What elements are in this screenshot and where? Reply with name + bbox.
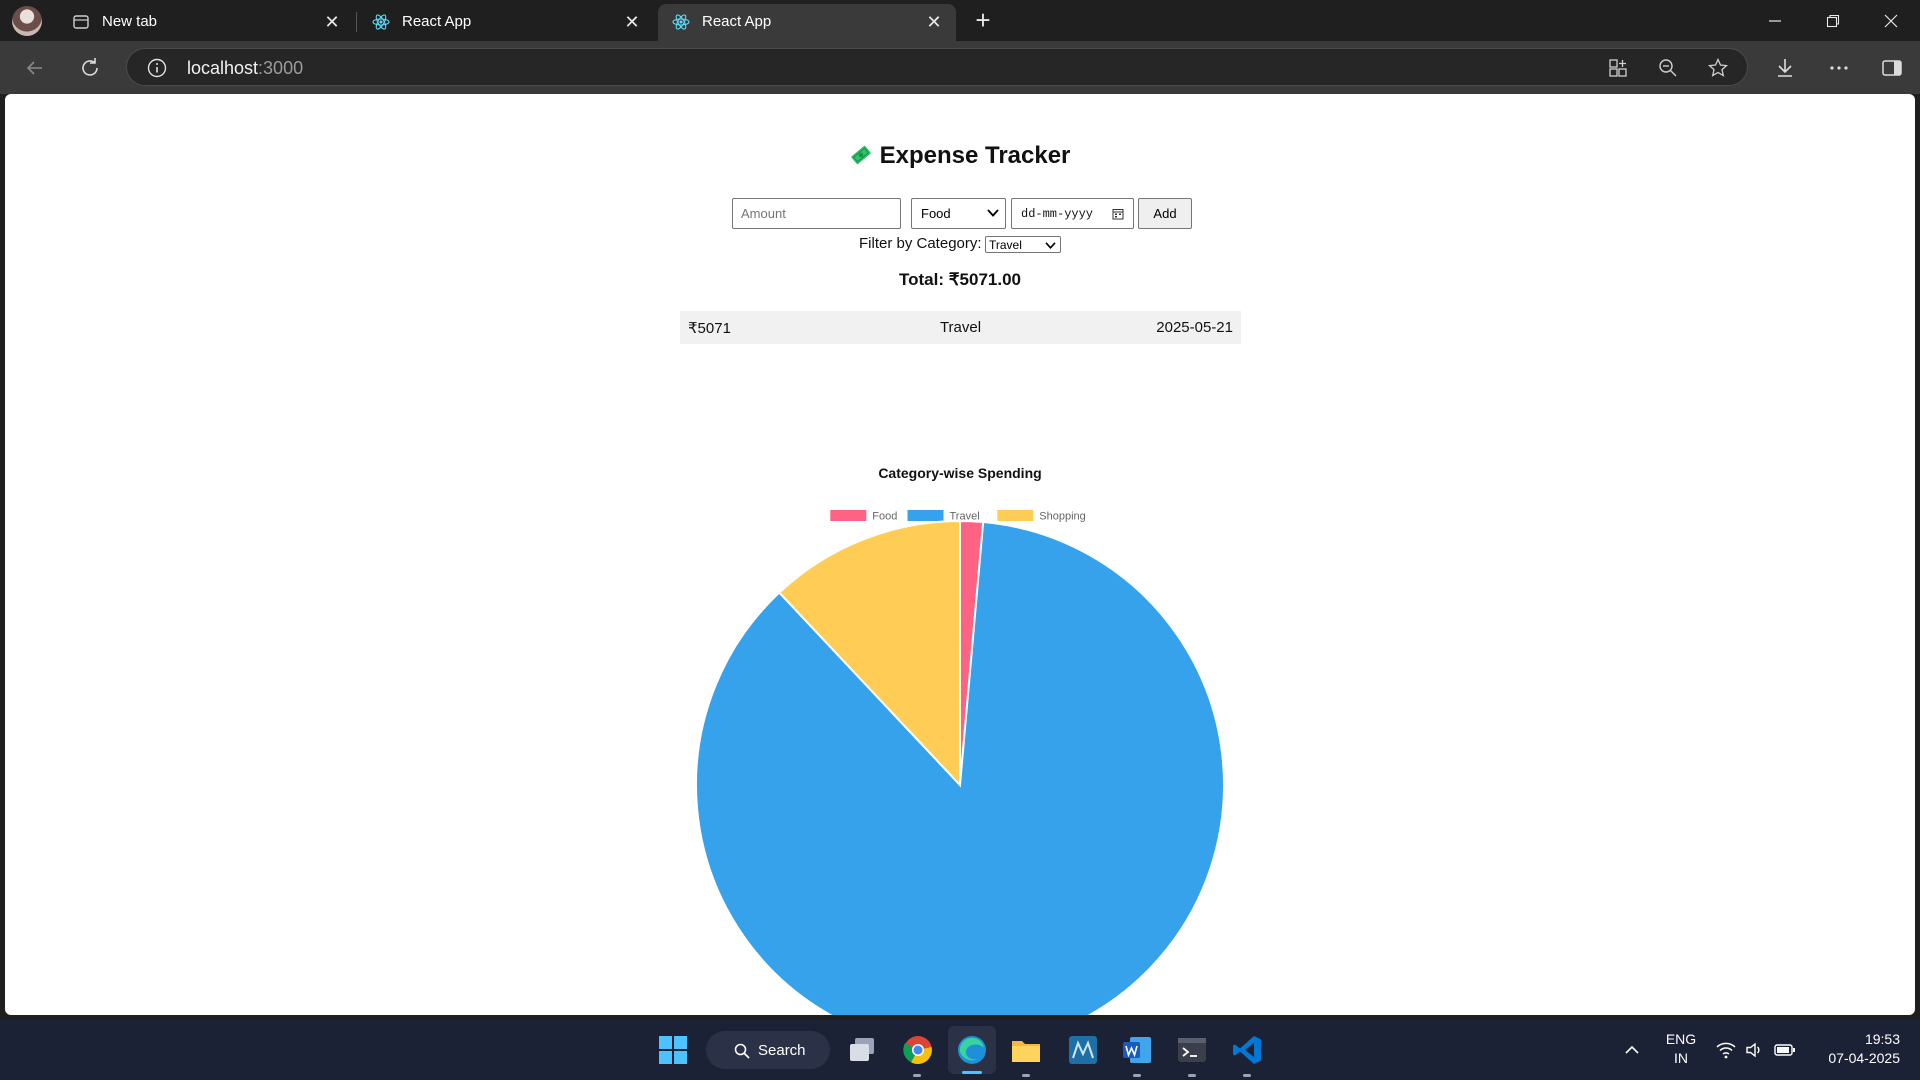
tab-strip: New tab ✕ React App ✕ React App ✕ + bbox=[0, 0, 1920, 41]
address-bar[interactable]: localhost:3000 bbox=[126, 48, 1748, 86]
date-placeholder: dd-mm-yyyy bbox=[1021, 207, 1094, 221]
downloads-icon[interactable] bbox=[1770, 53, 1800, 83]
running-indicator bbox=[1188, 1074, 1196, 1077]
input-language[interactable]: ENG IN bbox=[1660, 1030, 1702, 1068]
browser-toolbar: localhost:3000 bbox=[0, 41, 1920, 94]
money-icon bbox=[850, 145, 871, 165]
back-icon[interactable] bbox=[20, 53, 50, 83]
windows-start-icon[interactable] bbox=[658, 1035, 688, 1065]
chevron-down-icon bbox=[987, 209, 999, 217]
react-icon bbox=[372, 14, 390, 30]
amount-input[interactable] bbox=[732, 198, 901, 229]
page-title-text: Expense Tracker bbox=[879, 142, 1071, 169]
file-explorer-icon[interactable] bbox=[1010, 1035, 1042, 1065]
tab-title: New tab bbox=[102, 13, 158, 30]
category-select[interactable]: Food bbox=[911, 198, 1006, 229]
url-host: localhost bbox=[187, 58, 259, 78]
chevron-down-icon bbox=[1045, 242, 1056, 249]
taskbar-search-label: Search bbox=[758, 1042, 806, 1059]
calendar-icon[interactable] bbox=[1112, 208, 1124, 220]
clock-time: 19:53 bbox=[1864, 1031, 1900, 1047]
chevron-up-icon[interactable] bbox=[1624, 1042, 1640, 1058]
profile-avatar[interactable] bbox=[12, 6, 42, 36]
vscode-icon[interactable] bbox=[1231, 1034, 1263, 1066]
legend-swatch bbox=[997, 510, 1034, 521]
tab-title: React App bbox=[702, 13, 772, 30]
category-select-value: Food bbox=[921, 206, 951, 221]
terminal-icon[interactable] bbox=[1176, 1035, 1208, 1065]
filter-select-value: Travel bbox=[989, 238, 1022, 252]
chart-title: Category-wise Spending bbox=[878, 465, 1041, 481]
more-options-icon[interactable] bbox=[1824, 53, 1854, 83]
react-icon bbox=[672, 14, 690, 30]
language-code: ENG bbox=[1665, 1031, 1697, 1047]
tab-new-tab[interactable]: New tab ✕ bbox=[58, 4, 354, 41]
filter-label: Filter by Category: bbox=[859, 235, 982, 252]
taskbar: Search ENG IN 19:53 07-04-2025 bbox=[0, 1020, 1920, 1080]
tab-react-app[interactable]: React App ✕ bbox=[358, 4, 654, 41]
filter-row: Filter by Category: Travel bbox=[5, 234, 1915, 254]
filter-category-select[interactable]: Travel bbox=[985, 236, 1061, 253]
legend-item-food[interactable]: Food bbox=[830, 510, 897, 523]
system-clock[interactable]: 19:53 07-04-2025 bbox=[1806, 1030, 1900, 1068]
pie-chart-svg: Category-wise SpendingFood Travel Shopping bbox=[695, 465, 1225, 1015]
chrome-icon[interactable] bbox=[902, 1034, 934, 1066]
running-indicator bbox=[913, 1074, 921, 1077]
close-tab-icon[interactable]: ✕ bbox=[622, 12, 642, 32]
site-info-icon[interactable] bbox=[146, 57, 168, 79]
expense-form: Food dd-mm-yyyy Add bbox=[5, 198, 1915, 230]
tab-react-app-active[interactable]: React App ✕ bbox=[658, 4, 956, 41]
close-tab-icon[interactable]: ✕ bbox=[322, 12, 342, 32]
tab-title: React App bbox=[402, 13, 472, 30]
running-indicator bbox=[1133, 1074, 1141, 1077]
page-viewport: Expense Tracker Food dd-mm-yyyy Add Filt… bbox=[5, 94, 1915, 1015]
legend-item-shopping[interactable]: Shopping bbox=[997, 510, 1086, 523]
language-region: IN bbox=[1674, 1050, 1688, 1066]
word-icon[interactable] bbox=[1121, 1034, 1153, 1066]
expense-list: ₹5071 Travel 2025-05-21 bbox=[680, 311, 1241, 348]
legend-swatch bbox=[907, 510, 944, 521]
running-indicator bbox=[1022, 1074, 1030, 1077]
reload-icon[interactable] bbox=[75, 53, 105, 83]
list-item: ₹5071 Travel 2025-05-21 bbox=[680, 311, 1241, 344]
clock-date: 07-04-2025 bbox=[1828, 1050, 1900, 1066]
wifi-icon[interactable] bbox=[1716, 1041, 1736, 1059]
tab-divider bbox=[356, 12, 357, 32]
taskbar-search[interactable]: Search bbox=[706, 1031, 830, 1069]
expense-date: 2025-05-21 bbox=[1156, 319, 1233, 336]
edge-app-button[interactable] bbox=[948, 1026, 996, 1074]
favorite-star-icon[interactable] bbox=[1707, 57, 1729, 79]
category-pie-chart: Category-wise Spending Food Travel Shopping bbox=[5, 364, 1915, 1015]
close-window-icon[interactable] bbox=[1866, 0, 1916, 41]
legend-label: Shopping bbox=[1039, 511, 1086, 523]
search-icon bbox=[734, 1043, 750, 1059]
legend-label: Food bbox=[872, 511, 897, 523]
url-port: :3000 bbox=[258, 58, 304, 78]
volume-icon[interactable] bbox=[1745, 1041, 1763, 1059]
new-tab-icon[interactable]: + bbox=[968, 6, 998, 36]
sidebar-toggle-icon[interactable] bbox=[1877, 53, 1907, 83]
zoom-out-icon[interactable] bbox=[1657, 57, 1679, 79]
minimize-icon[interactable] bbox=[1750, 0, 1800, 41]
url-text: localhost:3000 bbox=[187, 58, 303, 79]
page-icon bbox=[73, 15, 89, 29]
running-indicator bbox=[1243, 1074, 1251, 1077]
active-indicator bbox=[962, 1071, 982, 1074]
legend-swatch bbox=[830, 510, 867, 521]
total-amount: Total: ₹5071.00 bbox=[899, 270, 1021, 289]
page-title: Expense Tracker bbox=[5, 142, 1915, 170]
edge-icon bbox=[958, 1036, 986, 1064]
task-view-icon[interactable] bbox=[847, 1035, 877, 1065]
add-expense-button[interactable]: Add bbox=[1138, 198, 1192, 229]
restore-icon[interactable] bbox=[1808, 0, 1858, 41]
battery-icon[interactable] bbox=[1774, 1042, 1796, 1058]
app-available-icon[interactable] bbox=[1607, 57, 1629, 79]
date-input[interactable]: dd-mm-yyyy bbox=[1011, 198, 1134, 229]
mysql-workbench-icon[interactable] bbox=[1067, 1034, 1099, 1066]
close-tab-icon[interactable]: ✕ bbox=[924, 12, 944, 32]
